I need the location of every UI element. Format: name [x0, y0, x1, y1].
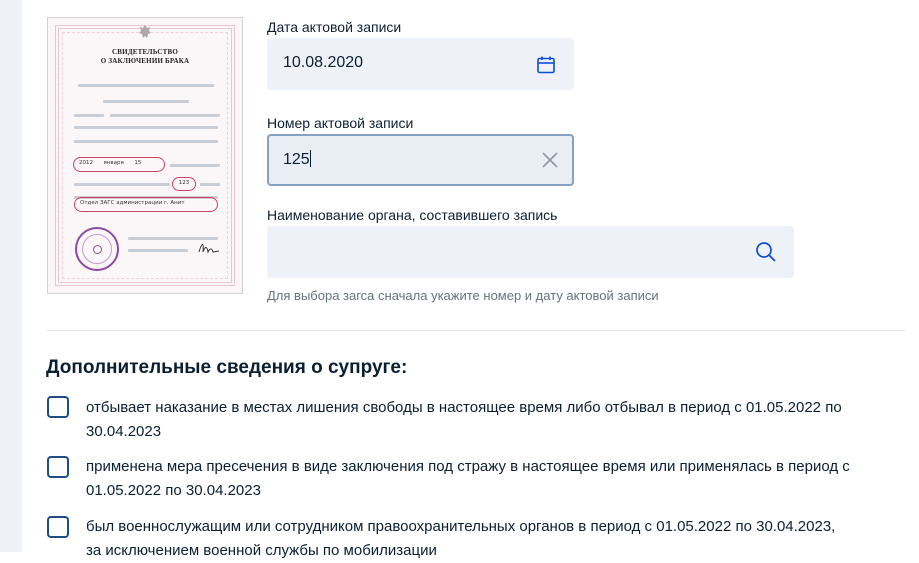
checkbox-serving-sentence[interactable] [47, 396, 69, 418]
section-divider [47, 330, 905, 331]
registry-office-label: Наименование органа, составившего запись [267, 207, 558, 223]
certificate-text-line [110, 114, 220, 117]
certificate-text-line [74, 140, 218, 143]
option-text-line: 30.04.2023 [86, 423, 162, 440]
calendar-icon[interactable] [535, 54, 557, 76]
certificate-title-line-2: О ЗАКЛЮЧЕНИИ БРАКА [100, 57, 190, 65]
text-caret [309, 150, 311, 167]
certificate-text-line [170, 164, 220, 167]
certificate-text-line [200, 183, 220, 186]
certificate-number: 123 [178, 180, 190, 186]
record-date-label: Дата актовой записи [267, 19, 402, 35]
certificate-year: 2012 [79, 160, 93, 166]
certificate-day: 15 [134, 160, 142, 166]
option-text-line: был военнослужащим или сотрудником право… [86, 518, 836, 535]
certificate-text-line [103, 100, 189, 103]
option-text-line: применена мера пресечения в виде заключе… [86, 458, 850, 475]
certificate-number-highlight: 123 [172, 177, 196, 191]
certificate-month: января [103, 160, 124, 166]
certificate-title: СВИДЕТЕЛЬСТВО О ЗАКЛЮЧЕНИИ БРАКА [48, 48, 242, 66]
record-date-field[interactable]: 10.08.2020 [267, 38, 574, 90]
checkbox-detention[interactable] [47, 456, 69, 478]
option-detention-label[interactable]: применена мера пресечения в виде заключе… [86, 455, 906, 503]
coat-of-arms-icon [139, 25, 151, 38]
option-text-line: за исключением военной службы по мобилиз… [86, 542, 437, 559]
certificate-office-highlight: Отдел ЗАГС администрации г. Анит [74, 197, 218, 212]
certificate-text-line [128, 249, 188, 252]
registry-office-field[interactable] [267, 226, 794, 278]
option-text-line: 01.05.2022 по 30.04.2023 [86, 482, 261, 499]
certificate-text-line [78, 84, 214, 87]
marriage-certificate-illustration: СВИДЕТЕЛЬСТВО О ЗАКЛЮЧЕНИИ БРАКА 2012 ян… [47, 17, 243, 294]
certificate-text-line [74, 183, 170, 186]
search-icon[interactable] [755, 241, 777, 263]
certificate-date-highlight: 2012 января 15 [73, 157, 165, 172]
stamp-seal-icon [75, 227, 119, 271]
certificate-text-line [74, 114, 104, 117]
option-military-service-label[interactable]: был военнослужащим или сотрудником право… [86, 515, 906, 563]
signature-icon [198, 244, 220, 254]
left-page-strip [0, 0, 22, 552]
spouse-section-title: Дополнительные сведения о супруге: [46, 357, 408, 378]
clear-x-icon[interactable] [539, 149, 561, 171]
certificate-title-line-1: СВИДЕТЕЛЬСТВО [111, 48, 178, 56]
record-number-field[interactable]: 125 [267, 134, 574, 186]
checkbox-military-service[interactable] [47, 516, 69, 538]
record-number-label: Номер актовой записи [267, 115, 414, 131]
record-date-value[interactable]: 10.08.2020 [283, 54, 363, 72]
certificate-office: Отдел ЗАГС администрации г. Анит [80, 200, 185, 206]
option-text-line: отбывает наказание в местах лишения своб… [86, 399, 842, 416]
registry-office-hint: Для выбора загса сначала укажите номер и… [267, 288, 659, 303]
record-number-value: 125 [283, 151, 310, 168]
certificate-text-line [74, 126, 218, 129]
record-number-input[interactable]: 125 [283, 150, 311, 169]
option-serving-sentence-label[interactable]: отбывает наказание в местах лишения своб… [86, 396, 906, 444]
